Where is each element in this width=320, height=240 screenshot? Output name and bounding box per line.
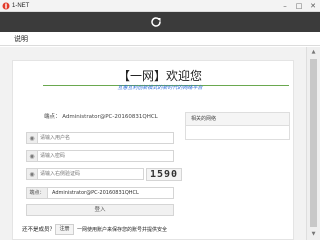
captcha-field[interactable]: ◉	[26, 168, 144, 180]
menu-item-help[interactable]: 说明	[14, 34, 28, 44]
page-subtitle: 互惠互利创新模式的新时代的网络平台	[117, 85, 203, 91]
username-input[interactable]	[40, 133, 172, 143]
register-prompt: 还不是成员？	[22, 227, 56, 233]
panel-title: 相关的网络	[191, 116, 217, 122]
register-button[interactable]: 注册	[55, 224, 74, 235]
password-input[interactable]	[40, 151, 172, 161]
close-button[interactable]: ✕	[306, 0, 320, 11]
captcha-image[interactable]: 1590	[146, 168, 182, 181]
terminal-value: Administrator@PC-20160831QHCL	[52, 190, 139, 196]
maximize-button[interactable]: □	[292, 0, 306, 11]
captcha-input[interactable]	[40, 169, 142, 179]
scroll-down-icon[interactable]: ▼	[307, 229, 320, 239]
shield-icon: ◉	[27, 169, 38, 179]
terminal-label: 端点：	[27, 188, 48, 198]
page-title: 【一网】欢迎您	[117, 69, 202, 83]
minimize-button[interactable]: –	[278, 0, 292, 11]
user-icon: ◉	[27, 133, 38, 143]
password-field[interactable]: ◉	[26, 150, 174, 162]
terminal-info: 端点： Administrator@PC-20160831QHCL	[44, 114, 158, 120]
toolbar	[0, 12, 320, 32]
username-field[interactable]: ◉	[26, 132, 174, 144]
register-note: 一网使用账户来保存您的账号并提供安全	[77, 227, 168, 233]
terminal-field: 端点： Administrator@PC-20160831QHCL	[26, 187, 174, 199]
login-button[interactable]: 登入	[26, 204, 174, 216]
lock-icon: ◉	[27, 151, 38, 161]
refresh-icon	[151, 17, 161, 27]
menu-bar: 说明	[0, 32, 320, 46]
scroll-up-icon[interactable]: ▲	[307, 47, 320, 57]
window-title: 1-NET	[12, 3, 30, 9]
refresh-button[interactable]	[149, 15, 163, 29]
related-networks-panel: 相关的网络	[185, 112, 290, 140]
panel-header: 相关的网络	[186, 113, 289, 126]
app-logo-icon	[2, 2, 10, 10]
title-bar: 1-NET – □ ✕	[0, 0, 320, 12]
